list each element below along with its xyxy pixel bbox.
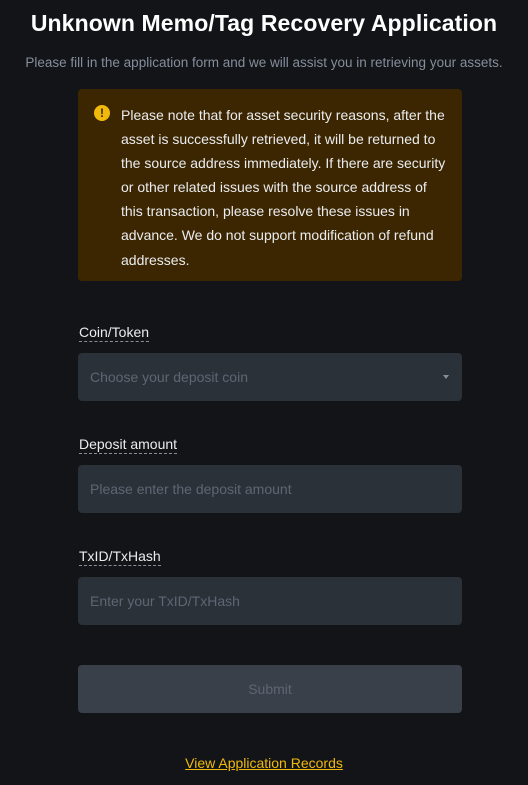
txid-input[interactable]: Enter your TxID/TxHash	[78, 577, 462, 625]
deposit-amount-placeholder: Please enter the deposit amount	[90, 481, 292, 497]
coin-token-placeholder: Choose your deposit coin	[90, 369, 248, 385]
deposit-amount-input[interactable]: Please enter the deposit amount	[78, 465, 462, 513]
txid-label: TxID/TxHash	[79, 548, 161, 566]
recovery-application-page: Unknown Memo/Tag Recovery Application Pl…	[0, 0, 528, 785]
chevron-down-icon	[443, 375, 449, 379]
records-link-container: View Application Records	[0, 755, 528, 771]
deposit-amount-label: Deposit amount	[79, 436, 178, 454]
txid-placeholder: Enter your TxID/TxHash	[90, 593, 240, 609]
security-notice-text: Please note that for asset security reas…	[121, 107, 446, 268]
coin-token-label: Coin/Token	[79, 324, 150, 342]
security-notice: ! Please note that for asset security re…	[78, 89, 462, 281]
warning-icon: !	[94, 105, 110, 121]
submit-button[interactable]: Submit	[78, 665, 462, 713]
page-title: Unknown Memo/Tag Recovery Application	[30, 10, 498, 36]
page-subtitle: Please fill in the application form and …	[25, 55, 503, 70]
coin-token-select[interactable]: Choose your deposit coin	[78, 353, 462, 401]
view-application-records-link[interactable]: View Application Records	[185, 755, 343, 771]
